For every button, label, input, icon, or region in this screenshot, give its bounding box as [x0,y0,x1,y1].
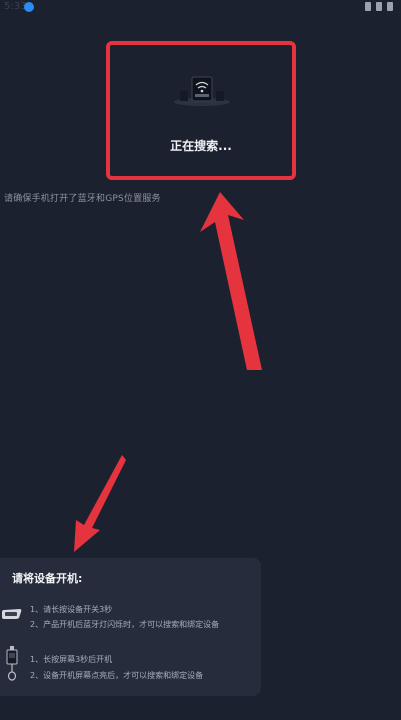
headset-step-2: 2、产品开机后蓝牙灯闪烁时，才可以搜索和绑定设备 [30,620,220,629]
search-status-card: 正在搜索... [106,41,296,180]
power-on-instructions-panel: 请将设备开机: 1、请长按设备开关3秒 2、产品开机后蓝牙灯闪烁时，才可以搜索和… [0,558,261,696]
app-screen: 5:33 正在搜索... 请确保手机打开了蓝牙和GPS位置服务 请将设备开机: [0,0,401,720]
signal-icon [376,2,382,11]
battery-icon [387,2,393,11]
arrow-down [74,455,126,552]
device-search-icon [174,76,230,106]
instructions-title: 请将设备开机: [12,572,83,585]
bluetooth-icon [24,2,34,12]
screen-step-1: 1、长按屏幕3秒后开机 [30,655,113,664]
screen-device-icon [6,646,18,681]
permission-hint: 请确保手机打开了蓝牙和GPS位置服务 [4,194,161,204]
status-icons [365,2,393,11]
arrow-up [200,192,262,370]
searching-status-text: 正在搜索... [170,139,232,153]
headset-step-1: 1、请长按设备开关3秒 [30,605,113,614]
headset-device-icon [2,609,22,619]
screen-step-2: 2、设备开机屏幕点亮后，才可以搜索和绑定设备 [30,671,204,680]
status-bar: 5:33 [0,0,401,16]
wifi-icon [365,2,371,11]
